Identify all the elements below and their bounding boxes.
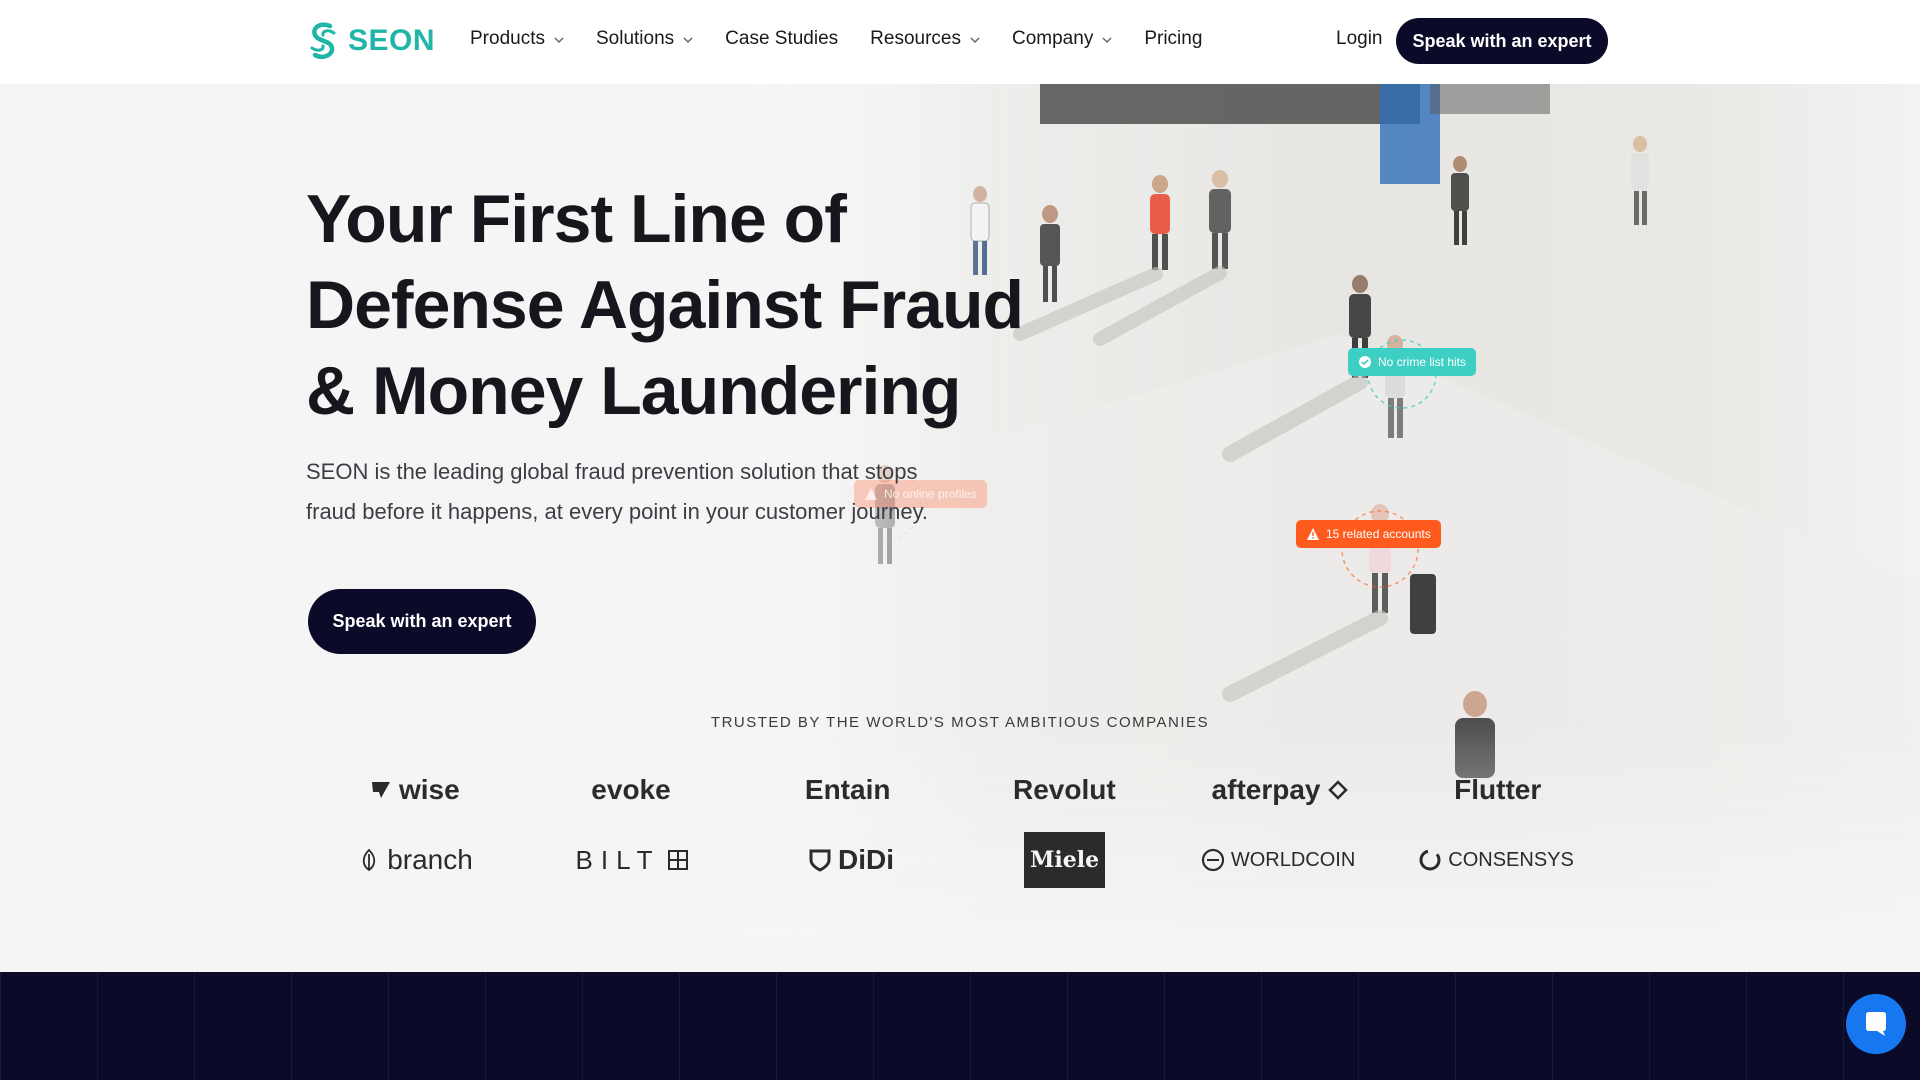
hero-title-line-3: & Money Laundering <box>306 353 961 429</box>
nav-company[interactable]: Company <box>1012 28 1112 50</box>
afterpay-arrows-icon <box>1328 780 1349 800</box>
revolut-logo: Revolut <box>1013 774 1116 805</box>
worldcoin-logo: WORLDCOIN <box>1169 832 1387 888</box>
next-section-dark-band <box>0 972 1920 1080</box>
hero-subtitle-line-1: SEON is the leading global fraud prevent… <box>306 459 918 484</box>
chevron-down-icon <box>970 37 980 44</box>
check-circle-icon <box>1359 356 1371 368</box>
consensys-ring-icon <box>1419 849 1441 871</box>
hero-title-line-1: Your First Line of <box>306 181 847 257</box>
tag-text: 15 related accounts <box>1326 527 1431 541</box>
branch-logo-text: branch <box>387 844 473 875</box>
nav-resources-label: Resources <box>870 28 961 49</box>
hero-speak-with-expert-button[interactable]: Speak with an expert <box>308 589 536 654</box>
wise-flag-icon <box>371 782 390 798</box>
worldcoin-logo-text: WORLDCOIN <box>1230 848 1356 871</box>
bilt-logo-text: BILT <box>575 844 661 875</box>
consensys-logo-text: CONSENSYS <box>1448 848 1574 871</box>
hero-title: Your First Line of Defense Against Fraud… <box>306 176 1026 434</box>
logo-row-2: branch BILT DiDi Miele WORLDCOIN CONSENS… <box>306 832 1606 888</box>
site-header: SEON Products Solutions Case Studies Res… <box>0 0 1920 84</box>
evoke-logo: evoke <box>591 774 671 805</box>
consensys-logo: CONSENSYS <box>1387 832 1605 888</box>
login-link[interactable]: Login <box>1336 28 1383 50</box>
nav-solutions-label: Solutions <box>595 28 675 49</box>
nav-company-label: Company <box>1012 28 1094 49</box>
hero-subtitle: SEON is the leading global fraud prevent… <box>306 452 956 532</box>
nav-resources[interactable]: Resources <box>870 28 980 50</box>
nav-case-studies-label: Case Studies <box>725 28 839 49</box>
wise-logo-text: wise <box>398 774 460 805</box>
didi-logo-text: DiDi <box>838 844 894 875</box>
branch-logo: branch <box>306 832 524 888</box>
chevron-down-icon <box>1102 37 1112 44</box>
nav-products-label: Products <box>470 28 545 49</box>
hero-title-line-2: Defense Against Fraud <box>306 267 1024 343</box>
chevron-down-icon <box>554 37 564 44</box>
logo-wordmark: SEON <box>348 24 436 57</box>
logo-row-1: wise evoke Entain Revolut afterpay Flutt… <box>306 762 1606 818</box>
entain-logo: Entain <box>804 774 891 805</box>
leaf-icon <box>363 848 376 872</box>
tag-text: No crime list hits <box>1378 355 1467 369</box>
seon-logo[interactable]: SEON <box>306 19 435 63</box>
worldcoin-globe-icon <box>1201 848 1224 872</box>
trusted-by-heading: TRUSTED BY THE WORLD'S MOST AMBITIOUS CO… <box>710 714 1210 731</box>
afterpay-logo: afterpay <box>1173 762 1390 818</box>
main-nav: Products Solutions Case Studies Resource… <box>470 28 1234 50</box>
chat-bubble-icon <box>1866 1012 1886 1036</box>
didi-shield-icon <box>809 849 831 872</box>
hero-subtitle-line-2: fraud before it happens, at every point … <box>306 499 929 524</box>
seon-logo-icon <box>310 22 336 59</box>
nav-solutions[interactable]: Solutions <box>596 28 693 50</box>
related-accounts-tag: 15 related accounts <box>1296 520 1441 548</box>
miele-logo: Miele <box>1024 832 1106 888</box>
flutter-logo: Flutter <box>1454 774 1542 805</box>
wise-logo: wise <box>306 762 523 818</box>
nav-case-studies[interactable]: Case Studies <box>725 28 838 50</box>
no-crime-list-hits-tag: No crime list hits <box>1348 348 1477 376</box>
nav-pricing[interactable]: Pricing <box>1144 28 1202 50</box>
header-speak-with-expert-button[interactable]: Speak with an expert <box>1396 18 1608 64</box>
chat-widget-button[interactable] <box>1846 994 1906 1054</box>
nav-products[interactable]: Products <box>470 28 564 50</box>
bilt-logo: BILT <box>524 832 742 888</box>
warning-icon <box>1307 528 1319 540</box>
nav-pricing-label: Pricing <box>1144 28 1203 49</box>
didi-logo: DiDi <box>742 832 960 888</box>
afterpay-logo-text: afterpay <box>1211 774 1321 805</box>
bilt-grid-icon <box>668 850 689 870</box>
chevron-down-icon <box>683 37 693 44</box>
customer-logos: wise evoke Entain Revolut afterpay Flutt… <box>306 762 1606 902</box>
